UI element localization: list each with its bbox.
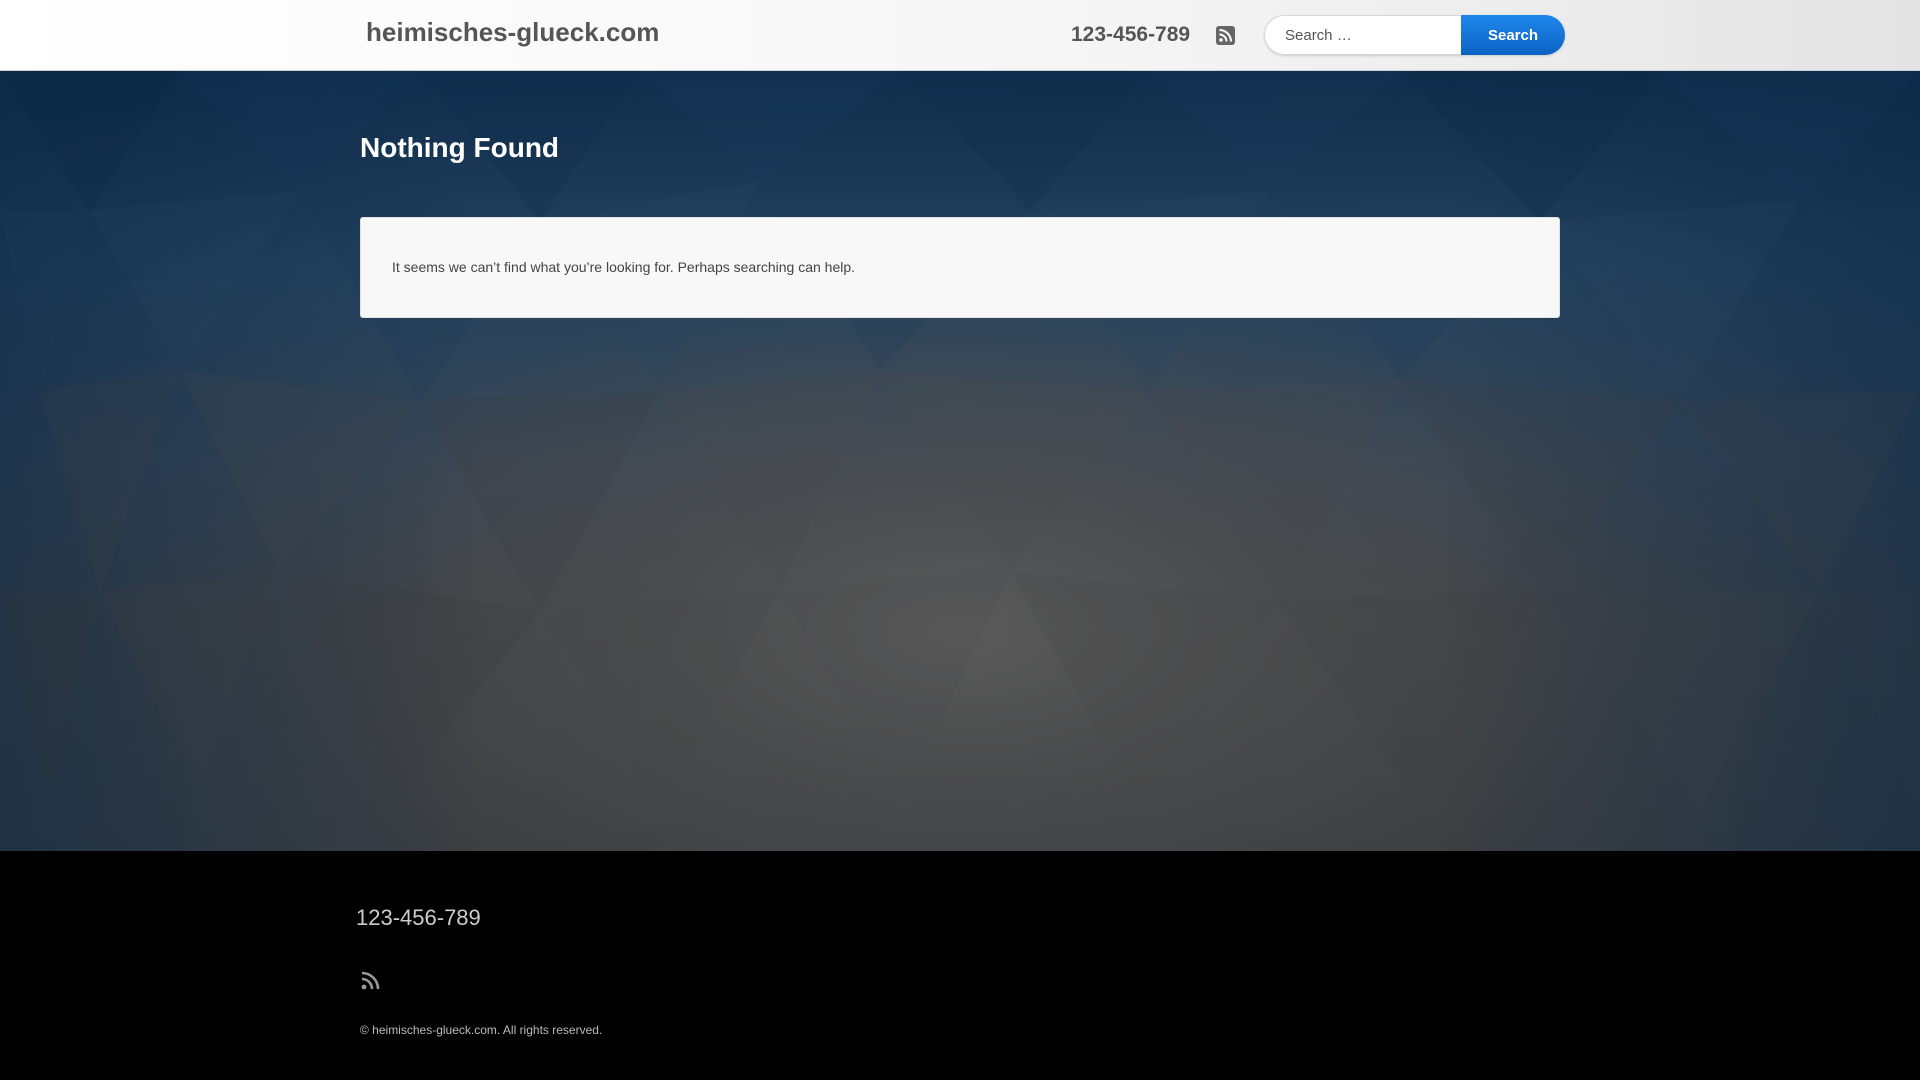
site-title-link[interactable]: heimisches-glueck.com: [366, 17, 659, 48]
not-found-message: It seems we can’t find what you’re looki…: [392, 259, 856, 275]
rss-icon[interactable]: [1216, 26, 1235, 45]
page-title: Nothing Found: [360, 132, 560, 163]
content-box: It seems we can’t find what you’re looki…: [360, 217, 1560, 318]
header-phone: 123-456-789: [1071, 23, 1191, 46]
search-input[interactable]: [1264, 15, 1461, 55]
site-header: heimisches-glueck.com 123-456-789 Search: [0, 0, 1920, 71]
polygon-pattern: [0, 71, 1920, 811]
copyright-text: © heimisches-glueck.com. All rights rese…: [360, 1023, 603, 1037]
search-button[interactable]: Search: [1461, 15, 1565, 55]
rss-icon[interactable]: [360, 969, 382, 991]
footer-phone: 123-456-789: [356, 905, 481, 930]
search-form: Search: [1264, 15, 1565, 55]
site-footer: 123-456-789 © heimisches-glueck.com. All…: [0, 851, 1920, 1080]
hero-background: Nothing Found It seems we can’t find wha…: [0, 71, 1920, 851]
